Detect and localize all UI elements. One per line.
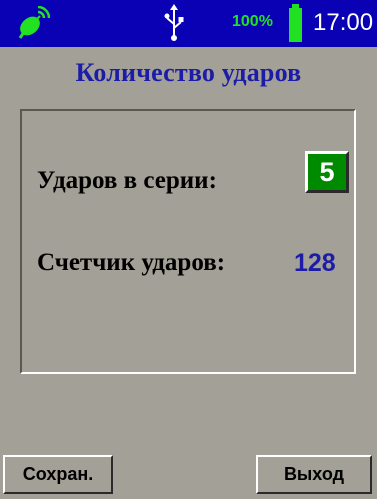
shots-per-series-value[interactable]: 5 [305, 151, 349, 193]
battery-percent: 100% [232, 13, 273, 30]
shot-counter-label: Счетчик ударов: [37, 249, 226, 276]
shots-per-series-label: Ударов в серии: [37, 167, 217, 194]
shot-counter-value: 128 [294, 249, 336, 277]
device-screen: 100% 17:00 Количество ударов Ударов в се… [0, 0, 377, 499]
save-button[interactable]: Сохран. [3, 455, 113, 494]
exit-button[interactable]: Выход [256, 455, 372, 494]
clock-time: 17:00 [313, 9, 374, 36]
status-bar: 100% 17:00 [0, 0, 377, 47]
settings-panel: Ударов в серии: 5 Счетчик ударов: 128 [20, 109, 356, 374]
satellite-dish-icon [18, 6, 50, 39]
battery-icon [289, 4, 302, 42]
page-title: Количество ударов [75, 58, 302, 87]
usb-icon [164, 4, 184, 41]
